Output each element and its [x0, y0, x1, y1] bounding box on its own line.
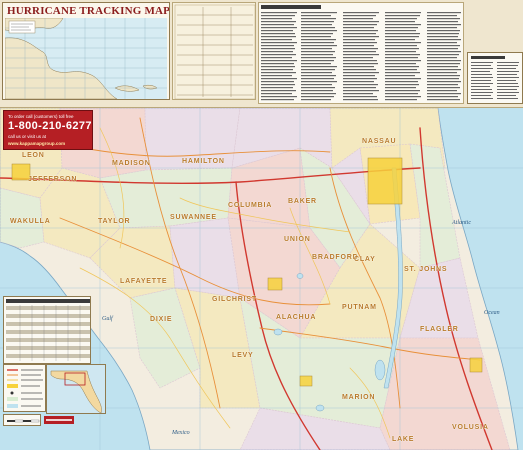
water-label-gulf: Gulf	[102, 316, 113, 322]
county-label-nassau: NASSAU	[362, 138, 397, 145]
order-website-link[interactable]: www.kappamapgroup.com	[8, 141, 65, 146]
county-label-clay: CLAY	[354, 256, 376, 263]
lake-george	[374, 359, 386, 381]
storm-log-panel	[172, 2, 256, 100]
county-label-madison: MADISON	[112, 160, 151, 167]
county-label-union: UNION	[284, 236, 311, 243]
legend-symbols	[7, 369, 43, 408]
contact-line-1: To order call (customers) toll free	[8, 114, 74, 119]
map-scale-bar	[3, 414, 41, 426]
county-label-marion: MARION	[342, 394, 376, 401]
county-label-suwannee: SUWANNEE	[170, 214, 217, 221]
scale-bar-graphic	[7, 419, 40, 423]
county-label-putnam: PUTNAM	[342, 304, 377, 311]
county-label-taylor: TAYLOR	[98, 218, 131, 225]
county-label-bradford: BRADFORD	[312, 254, 359, 261]
county-index-panel	[467, 52, 523, 104]
water-label-atlantic: Atlantic	[452, 220, 471, 226]
top-band: HURRICANE TRACKING MAP	[0, 0, 523, 108]
city-index-text-block	[261, 5, 461, 101]
county-label-jefferson: JEFFERSON	[28, 176, 78, 183]
county-label-leon: LEON	[22, 152, 45, 159]
mileage-chart-panel	[3, 296, 91, 364]
county-label-gilchrist: GILCHRIST	[212, 296, 257, 303]
florida-locator-shape	[50, 370, 102, 413]
publisher-logo	[44, 416, 74, 424]
county-label-flagler: FLAGLER	[420, 326, 459, 333]
florida-locator-map	[46, 364, 106, 414]
lake-santa-fe	[296, 273, 304, 279]
county-label-wakulla: WAKULLA	[10, 218, 51, 225]
county-label-columbia: COLUMBIA	[228, 202, 273, 209]
county-label-volusia: VOLUSIA	[452, 424, 489, 431]
jacksonville-urban-area	[367, 157, 403, 205]
daytona-urban-area	[469, 357, 483, 373]
county-label-lake: LAKE	[392, 436, 415, 443]
gainesville-urban-area	[267, 277, 283, 291]
hurricane-tracking-chart	[5, 18, 167, 99]
county-label-alachua: ALACHUA	[276, 314, 317, 321]
storm-log-lines	[174, 4, 255, 99]
city-index-panel	[258, 2, 464, 104]
county-label-levy: LEVY	[232, 352, 254, 359]
order-phone-number[interactable]: 1-800-210-6277	[8, 120, 92, 132]
lake-weir	[315, 404, 325, 412]
orange-lake	[273, 328, 283, 336]
map-legend-panel	[3, 364, 46, 412]
county-label-baker: BAKER	[288, 198, 317, 205]
water-label-mexico: Mexico	[172, 430, 190, 436]
order-contact-panel: To order call (customers) toll free 1-80…	[3, 110, 93, 150]
county-index-text-block	[471, 56, 519, 99]
publisher-logo-mark	[44, 416, 74, 424]
mileage-chart-grid	[6, 299, 90, 361]
county-label-lafayette: LAFAYETTE	[120, 278, 168, 285]
ocala-urban-area	[299, 375, 313, 387]
contact-line-2: call us or visit us at	[8, 134, 47, 139]
water-label-ocean: Ocean	[484, 310, 500, 316]
county-label-st-johns: ST. JOHNS	[404, 266, 448, 273]
county-label-hamilton: HAMILTON	[182, 158, 225, 165]
hurricane-tracking-title: HURRICANE TRACKING MAP	[7, 5, 170, 17]
hurricane-tracking-panel: HURRICANE TRACKING MAP	[2, 2, 170, 100]
county-label-dixie: DIXIE	[150, 316, 173, 323]
